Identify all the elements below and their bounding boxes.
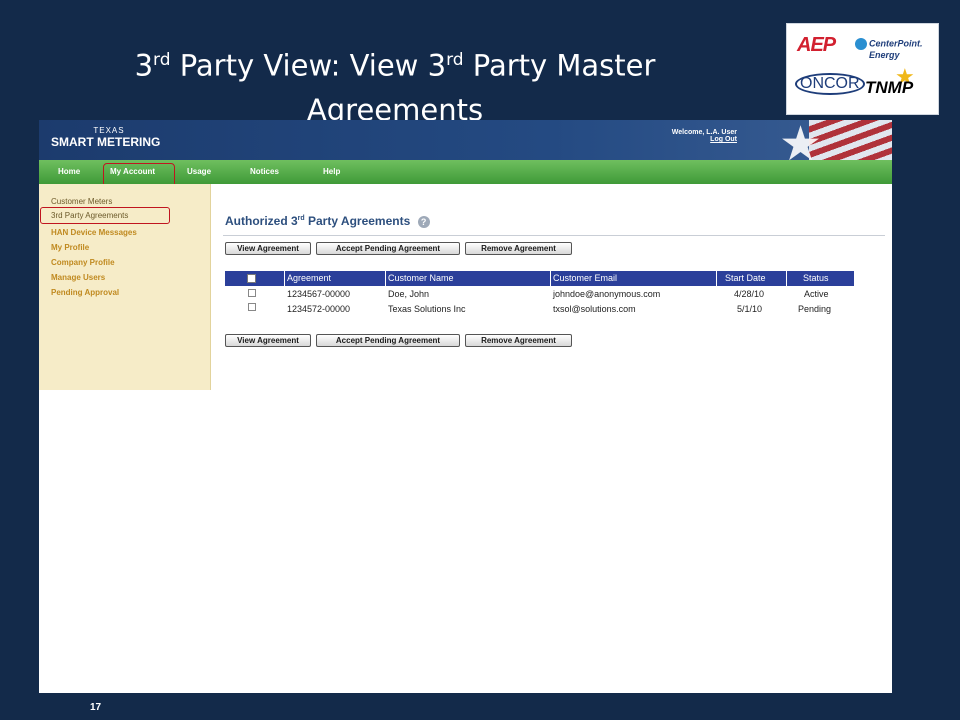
utility-logos: AEP CenterPoint. Energy ONCOR ★ TNMP (786, 23, 939, 115)
page-number: 17 (90, 702, 102, 713)
sidebar-item-my-profile[interactable]: My Profile (51, 243, 89, 252)
centerpoint-logo: CenterPoint. Energy (855, 38, 925, 60)
row-checkbox[interactable] (248, 303, 256, 311)
column-separator (385, 271, 386, 286)
sidebar-item-customer-meters[interactable]: Customer Meters (51, 197, 112, 206)
app-header: TEXAS SMART METERING ★ Welcome, L.A. Use… (39, 120, 892, 171)
logout-link[interactable]: Log Out (669, 136, 737, 143)
view-agreement-button-top[interactable]: View Agreement (225, 242, 311, 255)
sidebar-item-manage-users[interactable]: Manage Users (51, 273, 105, 282)
start-date: 4/28/10 (734, 289, 765, 299)
remove-agreement-button-bottom[interactable]: Remove Agreement (465, 334, 572, 347)
column-separator (550, 271, 551, 286)
sidebar-item-company-profile[interactable]: Company Profile (51, 258, 115, 267)
slide-title-line1: 3rd Party View: View 3rd Party Master (134, 48, 656, 83)
centerpoint-circle-icon (855, 38, 867, 50)
tab-usage[interactable]: Usage (187, 167, 211, 176)
sidebar-item-han-device-messages[interactable]: HAN Device Messages (51, 228, 137, 237)
agreement-number: 1234567-00000 (287, 289, 351, 299)
content-title: Authorized 3rd Party Agreements ? (225, 214, 430, 228)
app-screenshot: TEXAS SMART METERING ★ Welcome, L.A. Use… (39, 120, 892, 693)
customer-email: txsol@solutions.com (553, 304, 636, 314)
column-separator (716, 271, 717, 286)
column-agreement: Agreement (287, 273, 332, 283)
welcome-area: Welcome, L.A. User Log Out (669, 129, 737, 143)
column-separator (786, 271, 787, 286)
remove-agreement-button-top[interactable]: Remove Agreement (465, 242, 572, 255)
tab-notices[interactable]: Notices (250, 167, 279, 176)
customer-email: johndoe@anonymous.com (553, 289, 661, 299)
aep-logo: AEP (797, 34, 836, 56)
row-checkbox[interactable] (248, 289, 256, 297)
column-status: Status (803, 273, 829, 283)
select-all-checkbox[interactable] (247, 274, 256, 283)
tab-help[interactable]: Help (323, 167, 340, 176)
start-date: 5/1/10 (737, 304, 763, 314)
slide-title: 3rd Party View: View 3rd Party Master Ag… (60, 38, 730, 132)
welcome-text: Welcome, L.A. User (671, 129, 737, 136)
view-agreement-button-bottom[interactable]: View Agreement (225, 334, 311, 347)
column-start-date: Start Date (725, 273, 766, 283)
agreement-status: Pending (798, 304, 832, 314)
column-customer-email: Customer Email (553, 273, 618, 283)
smart-metering-logo: TEXAS SMART METERING (51, 126, 161, 149)
tab-home[interactable]: Home (58, 167, 80, 176)
agreement-status: Active (804, 289, 829, 299)
table-header: Agreement Customer Name Customer Email S… (225, 271, 854, 286)
content-divider (223, 235, 885, 236)
customer-name: Doe, John (388, 289, 430, 299)
customer-name: Texas Solutions Inc (388, 304, 466, 314)
agreement-number: 1234572-00000 (287, 304, 351, 314)
sidebar-item-pending-approval[interactable]: Pending Approval (51, 288, 119, 297)
accept-pending-agreement-button-bottom[interactable]: Accept Pending Agreement (316, 334, 460, 347)
accept-pending-agreement-button-top[interactable]: Accept Pending Agreement (316, 242, 460, 255)
tnmp-logo: TNMP (865, 78, 914, 97)
column-separator (284, 271, 285, 286)
3rd-party-agreements-highlight (40, 207, 170, 224)
help-icon[interactable]: ? (417, 215, 430, 228)
column-customer-name: Customer Name (388, 273, 454, 283)
oncor-logo: ONCOR (795, 73, 865, 95)
